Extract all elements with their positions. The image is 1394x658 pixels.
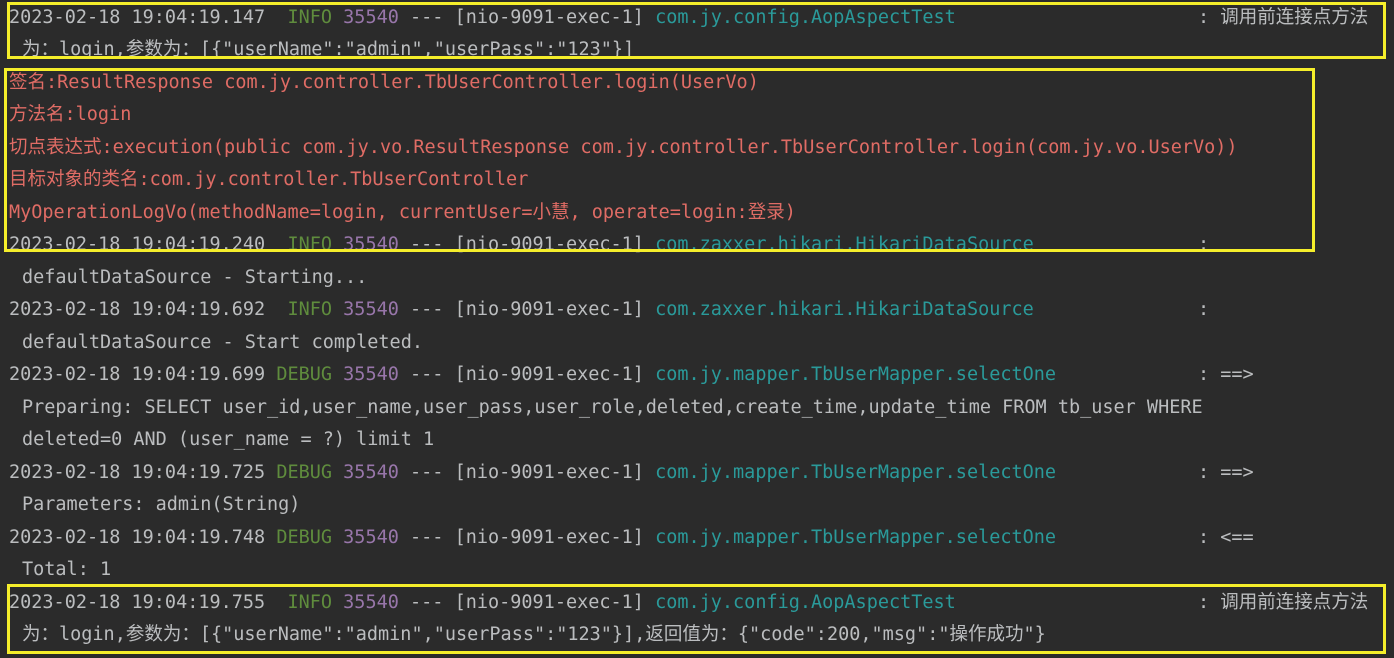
stdout-target: 目标对象的类名:com.jy.controller.TbUserControll… — [9, 169, 529, 190]
log-pid: 35540 — [343, 364, 399, 385]
log-message-head: : 调用前连接点方法 — [1198, 592, 1369, 613]
log-pid: 35540 — [343, 462, 399, 483]
log-level: DEBUG — [276, 527, 333, 548]
log-timestamp: 2023-02-18 19:04:19.748 — [9, 527, 266, 548]
log-logger[interactable]: com.jy.mapper.TbUserMapper.selectOne — [655, 462, 1056, 483]
log-colon: : — [1198, 299, 1210, 320]
log-separator: --- — [410, 364, 444, 385]
log-separator: --- — [410, 7, 444, 28]
log-line: 2023-02-18 19:04:19.755 INFO 35540 --- [… — [9, 587, 956, 619]
log-separator: --- — [410, 527, 444, 548]
log-logger[interactable]: com.jy.config.AopAspectTest — [655, 7, 956, 28]
log-level: DEBUG — [276, 462, 333, 483]
log-separator: --- — [410, 299, 444, 320]
log-thread: [nio-9091-exec-1] — [454, 364, 644, 385]
log-pid: 35540 — [343, 234, 399, 255]
log-pid: 35540 — [343, 527, 399, 548]
log-continuation: 为：login,参数为：[{"userName":"admin","userPa… — [22, 39, 635, 60]
log-thread: [nio-9091-exec-1] — [454, 462, 644, 483]
log-logger[interactable]: com.zaxxer.hikari.HikariDataSource — [655, 299, 1034, 320]
log-thread: [nio-9091-exec-1] — [454, 7, 644, 28]
log-message-head: : ==> — [1198, 462, 1254, 483]
log-message-head: : 调用前连接点方法 — [1198, 7, 1369, 28]
log-pid: 35540 — [343, 7, 399, 28]
log-colon: : — [1198, 234, 1210, 255]
log-message-head: : ==> — [1198, 364, 1254, 385]
log-line: 2023-02-18 19:04:19.725 DEBUG 35540 --- … — [9, 457, 1056, 489]
log-separator: --- — [410, 462, 444, 483]
log-timestamp: 2023-02-18 19:04:19.147 — [9, 7, 266, 28]
log-logger[interactable]: com.jy.mapper.TbUserMapper.selectOne — [655, 527, 1056, 548]
log-thread: [nio-9091-exec-1] — [454, 527, 644, 548]
log-line: 2023-02-18 19:04:19.240 INFO 35540 --- [… — [9, 229, 1034, 261]
log-timestamp: 2023-02-18 19:04:19.755 — [9, 592, 266, 613]
console-output: 2023-02-18 19:04:19.147 INFO 35540 --- [… — [0, 0, 1394, 658]
log-continuation: Total: 1 — [22, 559, 112, 580]
log-separator: --- — [410, 234, 444, 255]
log-level: INFO — [287, 7, 333, 28]
log-line: 2023-02-18 19:04:19.692 INFO 35540 --- [… — [9, 294, 1034, 326]
log-continuation: Parameters: admin(String) — [22, 494, 301, 515]
log-pid: 35540 — [343, 299, 399, 320]
log-continuation: defaultDataSource - Start completed. — [22, 332, 423, 353]
log-thread: [nio-9091-exec-1] — [454, 299, 644, 320]
log-continuation: defaultDataSource - Starting... — [22, 267, 368, 288]
log-line: 2023-02-18 19:04:19.748 DEBUG 35540 --- … — [9, 522, 1056, 554]
stdout-pointcut: 切点表达式:execution(public com.jy.vo.ResultR… — [9, 137, 1238, 158]
log-line: 2023-02-18 19:04:19.147 INFO 35540 --- [… — [9, 2, 956, 34]
log-logger[interactable]: com.jy.config.AopAspectTest — [655, 592, 956, 613]
log-logger[interactable]: com.jy.mapper.TbUserMapper.selectOne — [655, 364, 1056, 385]
log-pid: 35540 — [343, 592, 399, 613]
log-timestamp: 2023-02-18 19:04:19.240 — [9, 234, 266, 255]
stdout-oplog: MyOperationLogVo(methodName=login, curre… — [9, 202, 796, 223]
log-timestamp: 2023-02-18 19:04:19.725 — [9, 462, 266, 483]
log-level: INFO — [287, 234, 333, 255]
log-thread: [nio-9091-exec-1] — [454, 234, 644, 255]
log-level: INFO — [287, 299, 333, 320]
stdout-method: 方法名:login — [9, 104, 132, 125]
log-timestamp: 2023-02-18 19:04:19.692 — [9, 299, 266, 320]
log-line: 2023-02-18 19:04:19.699 DEBUG 35540 --- … — [9, 359, 1056, 391]
log-continuation: deleted=0 AND (user_name = ?) limit 1 — [22, 429, 435, 450]
log-level: INFO — [287, 592, 333, 613]
log-continuation: 为：login,参数为：[{"userName":"admin","userPa… — [22, 624, 1046, 645]
log-thread: [nio-9091-exec-1] — [454, 592, 644, 613]
log-level: DEBUG — [276, 364, 333, 385]
log-timestamp: 2023-02-18 19:04:19.699 — [9, 364, 266, 385]
log-logger[interactable]: com.zaxxer.hikari.HikariDataSource — [655, 234, 1034, 255]
log-continuation: Preparing: SELECT user_id,user_name,user… — [22, 397, 1203, 418]
log-message-head: : <== — [1198, 527, 1254, 548]
stdout-signature: 签名:ResultResponse com.jy.controller.TbUs… — [9, 72, 759, 93]
log-separator: --- — [410, 592, 444, 613]
